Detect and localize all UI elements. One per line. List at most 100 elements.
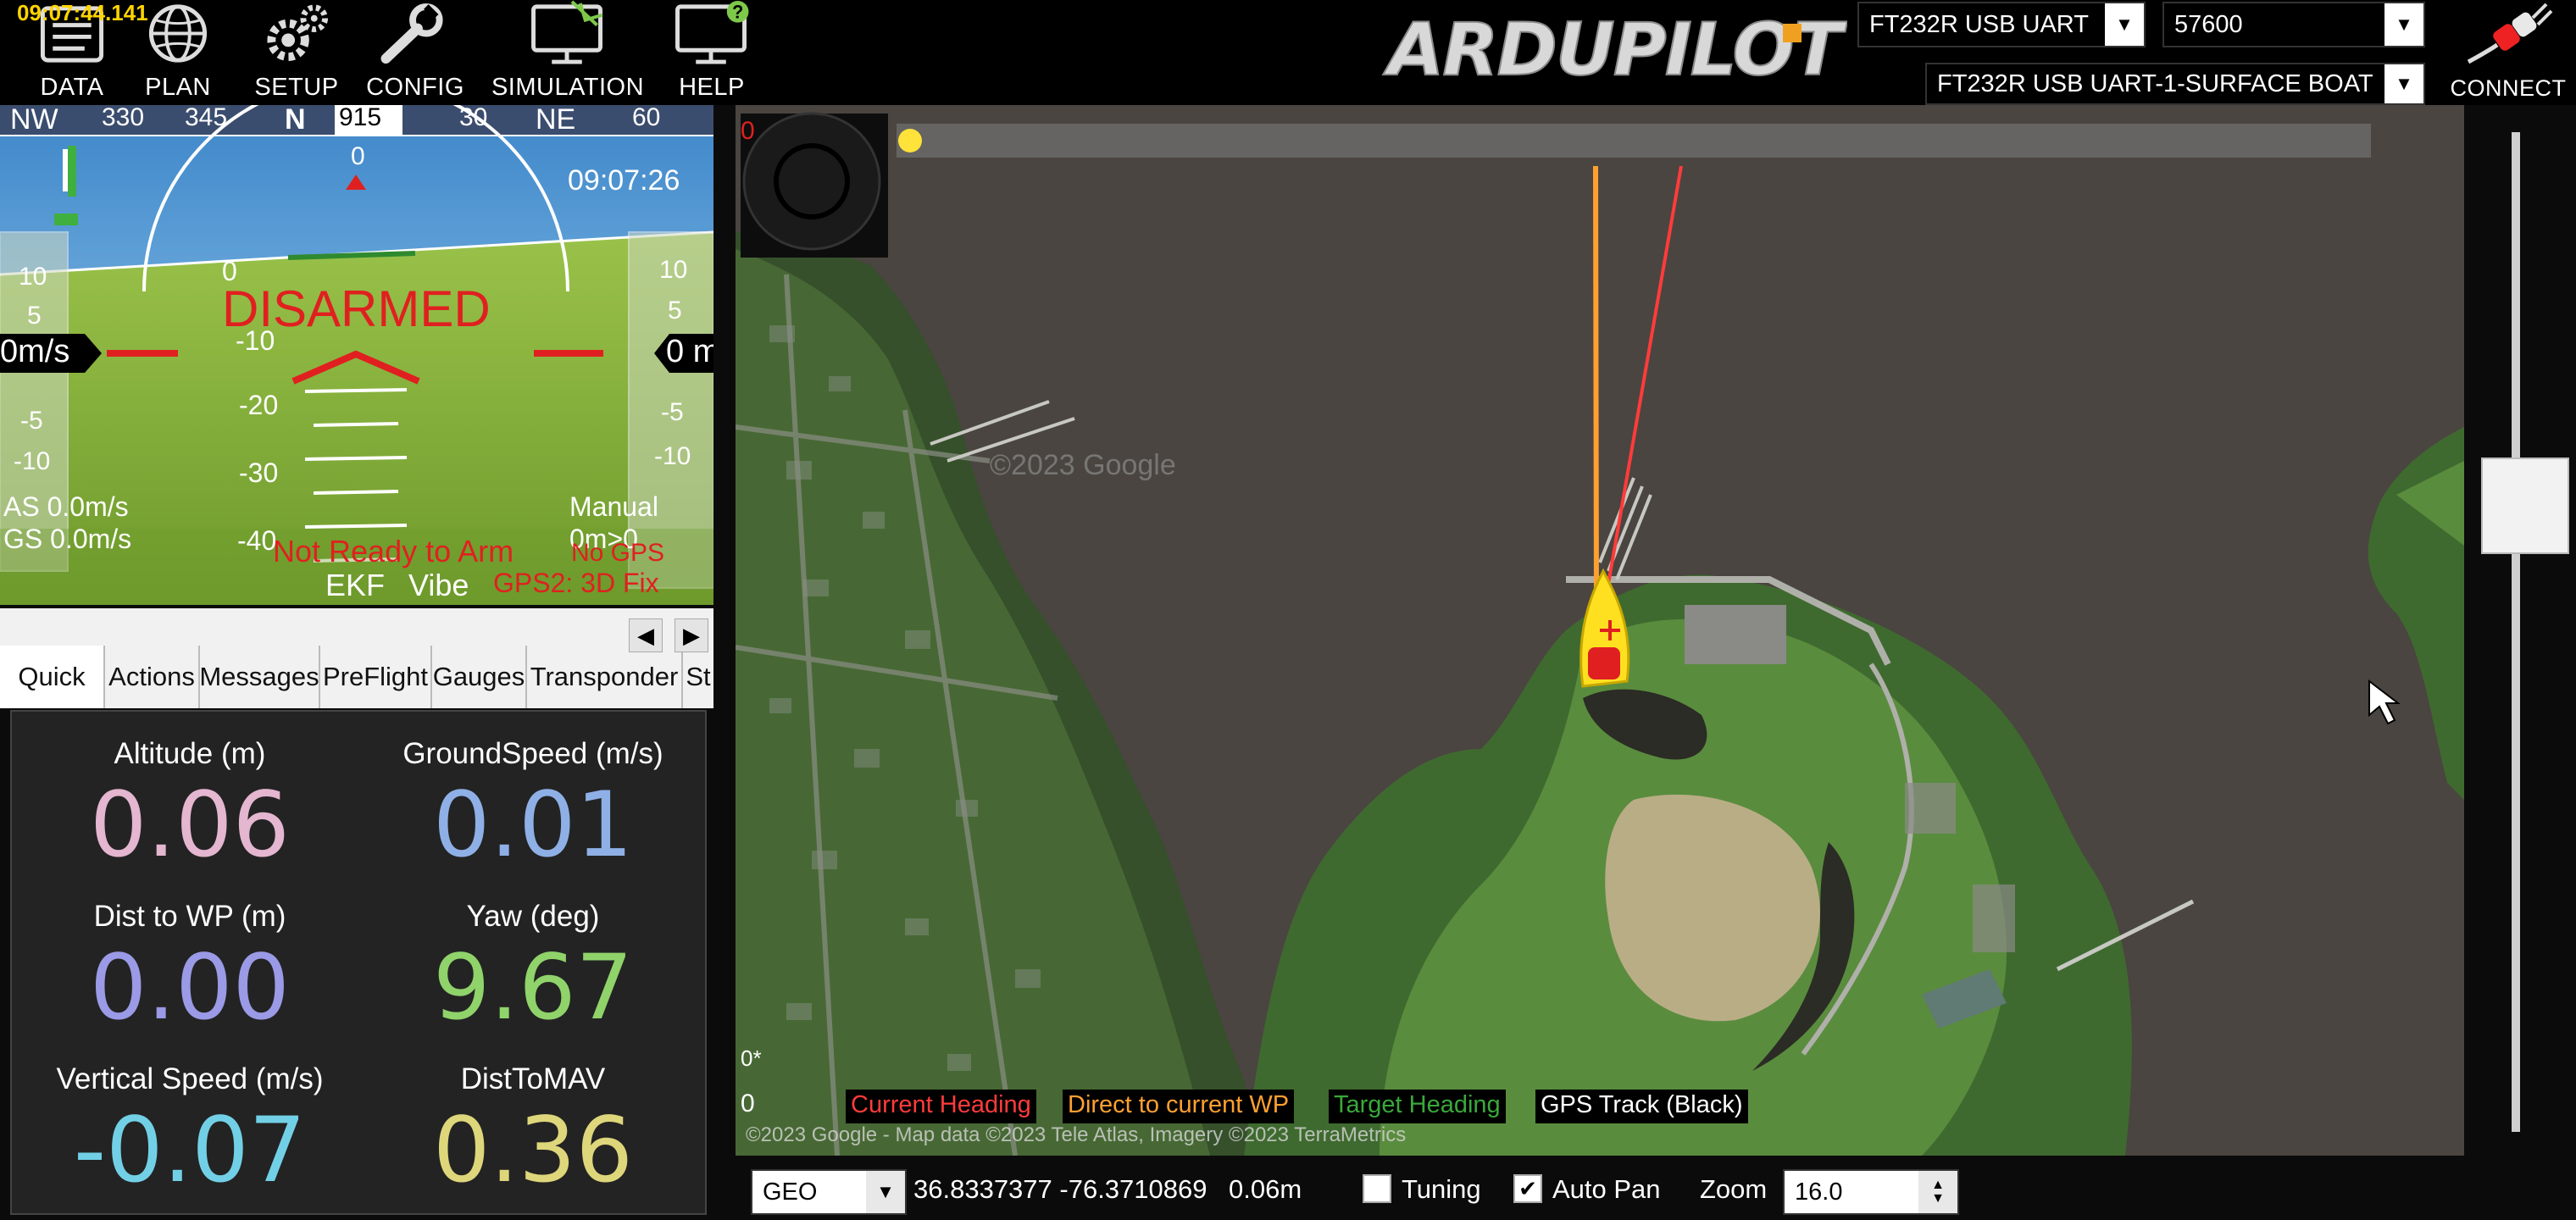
- menu-config-button[interactable]: CONFIG: [343, 0, 487, 105]
- quick-vertical-speed[interactable]: Vertical Speed (m/s) -0.07: [20, 1062, 359, 1202]
- quick-label: Altitude (m): [114, 737, 266, 770]
- compass-n: N: [285, 105, 306, 136]
- prearm-warning: Not Ready to Arm: [273, 534, 514, 568]
- device-select[interactable]: FT232R USB UART-1-SURFACE BOAT ▼: [1925, 63, 2425, 105]
- zoom-slider[interactable]: [2464, 105, 2576, 1156]
- chevron-down-icon[interactable]: ▼: [866, 1171, 905, 1213]
- map-status-bar: GEO ▼ 36.8337377 -76.3710869 0.06m Tunin…: [736, 1159, 2576, 1220]
- quick-label: DistToMAV: [460, 1062, 606, 1095]
- quick-value: 0.01: [432, 773, 633, 877]
- map-type-value: GEO: [763, 1178, 818, 1206]
- baud-select[interactable]: 57600 ▼: [2162, 2, 2425, 47]
- quick-value: 0.06: [89, 773, 290, 877]
- cursor-altitude: 0.06m: [1229, 1174, 1302, 1204]
- port-select-value: FT232R USB UART: [1869, 10, 2089, 38]
- zoom-value: 16.0: [1795, 1178, 1843, 1206]
- speed-tick: -5: [20, 407, 43, 435]
- svg-text:ARDUPILOT: ARDUPILOT: [1383, 8, 1847, 90]
- legend-direct-to-wp: Direct to current WP: [1063, 1090, 1295, 1123]
- system-clock: 09:07:44.141: [17, 0, 148, 25]
- hud-time: 09:07:26: [568, 164, 680, 197]
- tuning-label: Tuning: [1402, 1174, 1481, 1204]
- autopan-checkbox[interactable]: ✔: [1513, 1174, 1542, 1203]
- info-tabs: Quick Actions Messages PreFlight Gauges …: [0, 608, 713, 708]
- map-corner-label: 0*: [741, 1045, 762, 1071]
- zoom-input[interactable]: 16.0 ▲ ▼: [1783, 1169, 1959, 1215]
- top-menu-bar: DATA PLAN SETUP CONFIG SIMULATION ? HELP…: [0, 0, 2576, 105]
- gears-icon: [267, 4, 329, 62]
- groundspeed-text: GS 0.0m/s: [3, 524, 132, 554]
- ardupilot-logo: ARDUPILOT: [1382, 8, 1847, 90]
- quick-value: -0.07: [73, 1098, 307, 1202]
- alt-tick: -10: [654, 442, 691, 470]
- quick-label: GroundSpeed (m/s): [402, 737, 663, 770]
- zoom-label: Zoom: [1700, 1174, 1768, 1204]
- roll-arc-label: 0: [351, 142, 365, 170]
- compass-ne: NE: [536, 105, 576, 136]
- map-view[interactable]: 0 ©2023 Google 0* 0 Current Heading Dire…: [736, 105, 2464, 1156]
- map-counter: 0: [741, 117, 755, 145]
- simulation-monitor-icon: [531, 0, 603, 64]
- ekf-indicator[interactable]: EKF: [325, 568, 385, 603]
- quick-label: Yaw (deg): [466, 900, 600, 933]
- tab-preflight[interactable]: PreFlight: [320, 646, 432, 708]
- menu-help-button[interactable]: ? HELP: [640, 0, 784, 105]
- satellite-map: [736, 105, 2464, 1156]
- altitude-readout: 0 m: [666, 334, 713, 369]
- tab-transponder[interactable]: Transponder: [527, 646, 683, 708]
- tuning-checkbox[interactable]: [1363, 1174, 1391, 1203]
- menu-simulation-button[interactable]: SIMULATION: [491, 0, 644, 105]
- tab-scroll-right-icon[interactable]: ▶: [675, 618, 708, 652]
- autopan-label: Auto Pan: [1552, 1174, 1661, 1204]
- quick-groundspeed[interactable]: GroundSpeed (m/s) 0.01: [364, 737, 702, 877]
- chevron-down-icon[interactable]: ▼: [2105, 3, 2144, 46]
- tab-gauges[interactable]: Gauges: [432, 646, 527, 708]
- menu-help-label: HELP: [679, 74, 745, 101]
- compass-30: 30: [459, 105, 488, 131]
- alt-tick: 10: [659, 256, 688, 284]
- pitch-tick: 0: [222, 256, 237, 286]
- compass-60: 60: [632, 105, 661, 131]
- vibe-indicator[interactable]: Vibe: [408, 568, 469, 603]
- tab-messages[interactable]: Messages: [199, 646, 320, 708]
- quick-altitude[interactable]: Altitude (m) 0.06: [20, 737, 359, 877]
- quick-value: 0.36: [432, 1098, 633, 1202]
- speed-tick: 10: [19, 263, 47, 291]
- quick-dist-to-wp[interactable]: Dist to WP (m) 0.00: [20, 900, 359, 1040]
- menu-config-label: CONFIG: [366, 74, 464, 101]
- alt-tick: 5: [668, 297, 682, 324]
- pitch-tick: -30: [239, 458, 279, 488]
- connect-label: CONNECT: [2450, 75, 2567, 101]
- map-attribution: ©2023 Google - Map data ©2023 Tele Atlas…: [746, 1123, 1407, 1146]
- tab-status[interactable]: St: [683, 646, 713, 708]
- zoom-slider-handle[interactable]: [2481, 458, 2569, 554]
- zoom-stepper-icon[interactable]: ▲ ▼: [1918, 1171, 1957, 1213]
- device-select-value: FT232R USB UART-1-SURFACE BOAT: [1937, 69, 2373, 97]
- connect-button[interactable]: CONNECT: [2440, 0, 2576, 105]
- chevron-down-icon[interactable]: ▼: [2384, 64, 2423, 103]
- legend-target-heading: Target Heading: [1329, 1090, 1506, 1123]
- tab-actions[interactable]: Actions: [105, 646, 200, 708]
- quick-dist-to-mav[interactable]: DistToMAV 0.36: [364, 1062, 702, 1202]
- tab-quick[interactable]: Quick: [0, 646, 105, 708]
- airspeed-text: AS 0.0m/s: [3, 491, 129, 522]
- quick-yaw[interactable]: Yaw (deg) 9.67: [364, 900, 702, 1040]
- flight-mode: Manual: [569, 491, 658, 522]
- chevron-down-icon[interactable]: ▼: [2384, 3, 2423, 46]
- quick-value: 0.00: [89, 935, 290, 1040]
- pitch-tick: -40: [237, 525, 277, 556]
- tab-scroll-left-icon[interactable]: ◀: [629, 618, 663, 652]
- airspeed-readout: 0m/s: [0, 334, 70, 369]
- menu-setup-label: SETUP: [254, 74, 339, 101]
- map-type-select[interactable]: GEO ▼: [751, 1169, 907, 1215]
- quick-panel: Altitude (m) 0.06 GroundSpeed (m/s) 0.01…: [10, 710, 707, 1215]
- zoom-slider-track[interactable]: [2512, 132, 2520, 1132]
- port-select[interactable]: FT232R USB UART ▼: [1857, 2, 2146, 47]
- menu-simulation-label: SIMULATION: [491, 74, 645, 101]
- cursor-coordinates: 36.8337377 -76.3710869: [913, 1174, 1208, 1204]
- map-corner-zero: 0: [741, 1090, 755, 1117]
- menu-data-label: DATA: [40, 74, 104, 101]
- map-watermark: ©2023 Google: [990, 449, 1176, 481]
- compass-heading: 915: [339, 105, 382, 131]
- pitch-tick: -20: [239, 390, 279, 420]
